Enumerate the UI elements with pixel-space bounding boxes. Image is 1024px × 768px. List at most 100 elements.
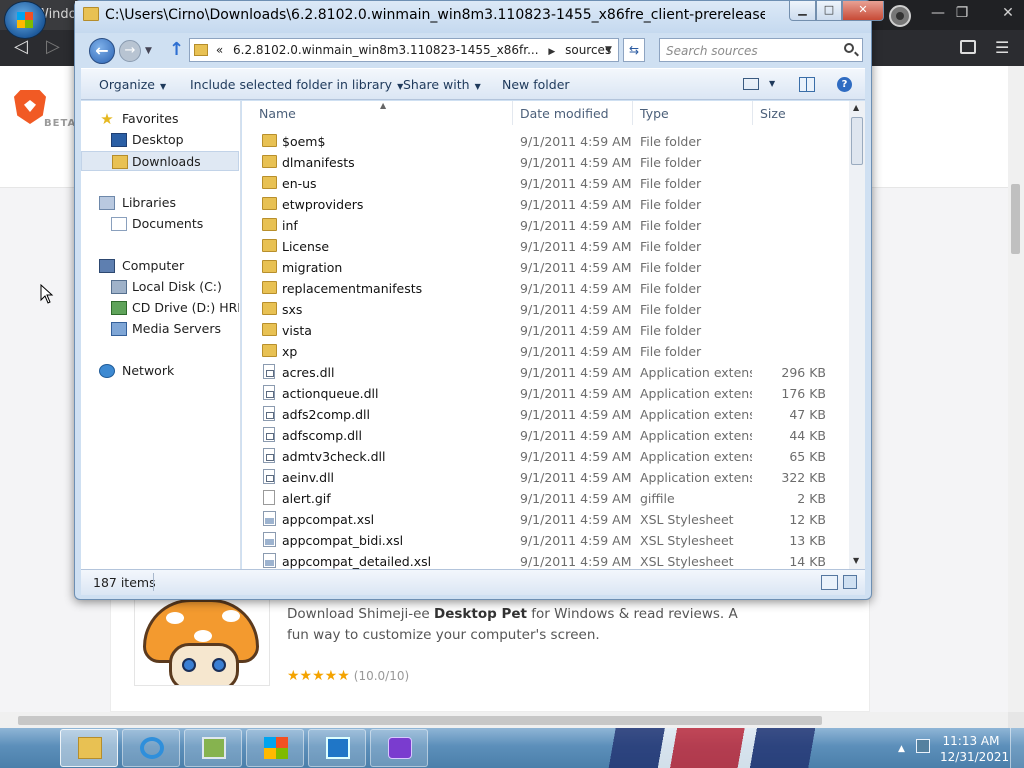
show-hidden-icons-icon[interactable]: ▲	[898, 744, 905, 754]
browser-close-button[interactable]: ✕	[996, 2, 1020, 24]
nav-favorites[interactable]: ★ Favorites	[81, 109, 239, 129]
taskbar-media-center-button[interactable]	[246, 729, 304, 767]
file-type: File folder	[640, 323, 702, 338]
scroll-thumb[interactable]	[851, 117, 863, 165]
column-header-size[interactable]: Size	[760, 106, 786, 121]
folder-icon	[262, 260, 277, 273]
taskbar-explorer-button[interactable]	[60, 729, 118, 767]
file-row[interactable]: migration 9/1/2011 4:59 AM File folder	[256, 257, 846, 278]
taskbar-remote-desktop-button[interactable]	[308, 729, 366, 767]
search-input[interactable]: Search sources	[666, 44, 758, 58]
chevron-down-icon[interactable]: ▼	[769, 79, 775, 88]
breadcrumb-chevron-icon[interactable]: ▶	[548, 47, 555, 57]
help-icon[interactable]: ?	[837, 77, 852, 92]
browser-minimize-button[interactable]: —	[926, 2, 950, 24]
folder-icon	[262, 134, 277, 147]
nav-network[interactable]: Network	[81, 361, 239, 381]
system-clock[interactable]: 11:13 AM 12/31/2021	[940, 733, 1009, 765]
file-row[interactable]: xp 9/1/2011 4:59 AM File folder	[256, 341, 846, 362]
file-row[interactable]: actionqueue.dll 9/1/2011 4:59 AM Applicati…	[256, 383, 846, 404]
column-header-date[interactable]: Date modified	[520, 106, 609, 121]
maximize-button[interactable]: □	[816, 1, 842, 21]
start-button[interactable]	[4, 1, 46, 39]
taskbar-photo-viewer-button[interactable]	[184, 729, 242, 767]
file-row[interactable]: replacementmanifests 9/1/2011 4:59 AM File…	[256, 278, 846, 299]
file-row[interactable]: adfs2comp.dll 9/1/2011 4:59 AM Application…	[256, 404, 846, 425]
back-button[interactable]: ←	[89, 38, 115, 64]
details-view-icon[interactable]	[821, 575, 838, 590]
breadcrumb-overflow[interactable]: «	[216, 43, 223, 57]
file-name: inf	[282, 218, 298, 233]
scroll-down-icon[interactable]: ▼	[853, 556, 859, 565]
network-tray-icon[interactable]	[916, 739, 930, 753]
nav-local-disk[interactable]: Local Disk (C:)	[81, 277, 239, 297]
large-icons-view-icon[interactable]	[843, 575, 857, 589]
browser-maximize-button[interactable]: ❐	[950, 2, 974, 24]
browser-vertical-scrollbar[interactable]	[1008, 66, 1024, 712]
preview-pane-icon[interactable]	[799, 77, 815, 92]
column-divider[interactable]	[632, 101, 633, 125]
file-row[interactable]: vista 9/1/2011 4:59 AM File folder	[256, 320, 846, 341]
file-row[interactable]: appcompat_detailed.xsl 9/1/2011 4:59 AM XS…	[256, 551, 846, 569]
menu-icon[interactable]: ☰	[995, 40, 1009, 56]
organize-button[interactable]: Organize ▼	[99, 77, 166, 92]
scroll-up-icon[interactable]: ▲	[853, 103, 859, 112]
forward-button[interactable]: →	[119, 40, 141, 62]
file-row[interactable]: $oem$ 9/1/2011 4:59 AM File folder	[256, 131, 846, 152]
file-row[interactable]: acres.dll 9/1/2011 4:59 AM Application ext…	[256, 362, 846, 383]
column-header-name[interactable]: Name	[259, 106, 296, 121]
change-view-icon[interactable]	[743, 78, 759, 90]
file-row[interactable]: etwproviders 9/1/2011 4:59 AM File folder	[256, 194, 846, 215]
address-dropdown-icon[interactable]: ▼	[605, 45, 612, 55]
search-box[interactable]: Search sources	[659, 38, 863, 62]
nav-cd-drive[interactable]: CD Drive (D:) HRM_C	[81, 298, 239, 318]
close-button[interactable]: ✕	[842, 1, 884, 21]
file-row[interactable]: dlmanifests 9/1/2011 4:59 AM File folder	[256, 152, 846, 173]
file-row[interactable]: en-us 9/1/2011 4:59 AM File folder	[256, 173, 846, 194]
file-row[interactable]: inf 9/1/2011 4:59 AM File folder	[256, 215, 846, 236]
search-icon[interactable]	[844, 43, 854, 53]
minimize-button[interactable]: ▁	[789, 1, 816, 21]
taskbar-brave-button[interactable]	[370, 729, 428, 767]
file-row[interactable]: admtv3check.dll 9/1/2011 4:59 AM Applicati…	[256, 446, 846, 467]
file-row[interactable]: License 9/1/2011 4:59 AM File folder	[256, 236, 846, 257]
back-icon[interactable]: ◁	[14, 36, 28, 57]
explorer-titlebar[interactable]: C:\Users\Cirno\Downloads\6.2.8102.0.winm…	[75, 1, 884, 33]
column-divider[interactable]	[512, 101, 513, 125]
wallet-icon[interactable]	[960, 40, 976, 54]
address-bar[interactable]: « 6.2.8102.0.winmain_win8m3.110823-1455_…	[189, 38, 619, 62]
file-list-scrollbar[interactable]: ▲ ▼	[849, 101, 865, 569]
browser-horizontal-scrollbar[interactable]	[0, 712, 1008, 728]
up-arrow-icon[interactable]: ↑	[169, 39, 184, 60]
file-row[interactable]: aeinv.dll 9/1/2011 4:59 AM Application ext…	[256, 467, 846, 488]
app-thumbnail[interactable]	[134, 598, 270, 686]
nav-media-servers[interactable]: Media Servers	[81, 319, 239, 339]
profile-icon[interactable]	[889, 5, 911, 27]
file-row[interactable]: alert.gif 9/1/2011 4:59 AM giffile 2 KB	[256, 488, 846, 509]
file-row[interactable]: sxs 9/1/2011 4:59 AM File folder	[256, 299, 846, 320]
column-divider[interactable]	[752, 101, 753, 125]
file-name: xp	[282, 344, 298, 359]
nav-desktop[interactable]: Desktop	[81, 130, 239, 150]
share-with-button[interactable]: Share with ▼	[403, 77, 481, 92]
file-name: appcompat_detailed.xsl	[282, 554, 432, 569]
taskbar-internet-explorer-button[interactable]	[122, 729, 180, 767]
nav-downloads[interactable]: Downloads	[81, 151, 239, 171]
include-in-library-button[interactable]: Include selected folder in library ▼	[190, 77, 403, 92]
refresh-button[interactable]: ⇆	[623, 38, 645, 62]
nav-computer[interactable]: Computer	[81, 256, 239, 276]
show-desktop-button[interactable]	[1010, 728, 1024, 768]
forward-icon[interactable]: ▷	[46, 36, 60, 57]
scroll-thumb[interactable]	[1011, 184, 1020, 254]
scroll-thumb[interactable]	[18, 716, 822, 725]
column-header-type[interactable]: Type	[640, 106, 669, 121]
nav-documents[interactable]: Documents	[81, 214, 239, 234]
file-row[interactable]: adfscomp.dll 9/1/2011 4:59 AM Application …	[256, 425, 846, 446]
file-row[interactable]: appcompat.xsl 9/1/2011 4:59 AM XSL Stylesh…	[256, 509, 846, 530]
recent-pages-dropdown-icon[interactable]: ▼	[145, 46, 152, 56]
nav-libraries[interactable]: Libraries	[81, 193, 239, 213]
breadcrumb-segment[interactable]: 6.2.8102.0.winmain_win8m3.110823-1455_x8…	[233, 43, 539, 57]
new-folder-button[interactable]: New folder	[502, 77, 570, 92]
file-row[interactable]: appcompat_bidi.xsl 9/1/2011 4:59 AM XSL St…	[256, 530, 846, 551]
dll-file-icon	[263, 448, 275, 463]
